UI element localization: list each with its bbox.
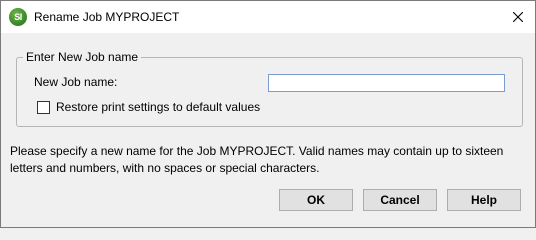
new-job-name-label: New Job name: [34,75,118,89]
restore-print-settings-label[interactable]: Restore print settings to default values [56,100,260,114]
close-button[interactable] [501,1,535,33]
close-icon [513,12,523,22]
message-line-2: letters and numbers, with no spaces or s… [10,161,320,175]
new-job-name-group [16,57,523,127]
new-job-name-input[interactable] [268,74,505,92]
instruction-message: Please specify a new name for the Job MY… [10,143,510,177]
app-icon: SI [9,8,27,26]
help-button[interactable]: Help [447,189,521,211]
restore-print-settings-checkbox[interactable] [37,101,50,114]
rename-job-dialog: SI Rename Job MYPROJECT Enter New Job na… [0,0,536,228]
window-title: Rename Job MYPROJECT [34,10,180,24]
group-legend: Enter New Job name [23,50,142,64]
ok-button[interactable]: OK [279,189,353,211]
message-line-1: Please specify a new name for the Job MY… [10,144,504,158]
cancel-button[interactable]: Cancel [363,189,437,211]
title-bar: SI Rename Job MYPROJECT [1,1,535,33]
